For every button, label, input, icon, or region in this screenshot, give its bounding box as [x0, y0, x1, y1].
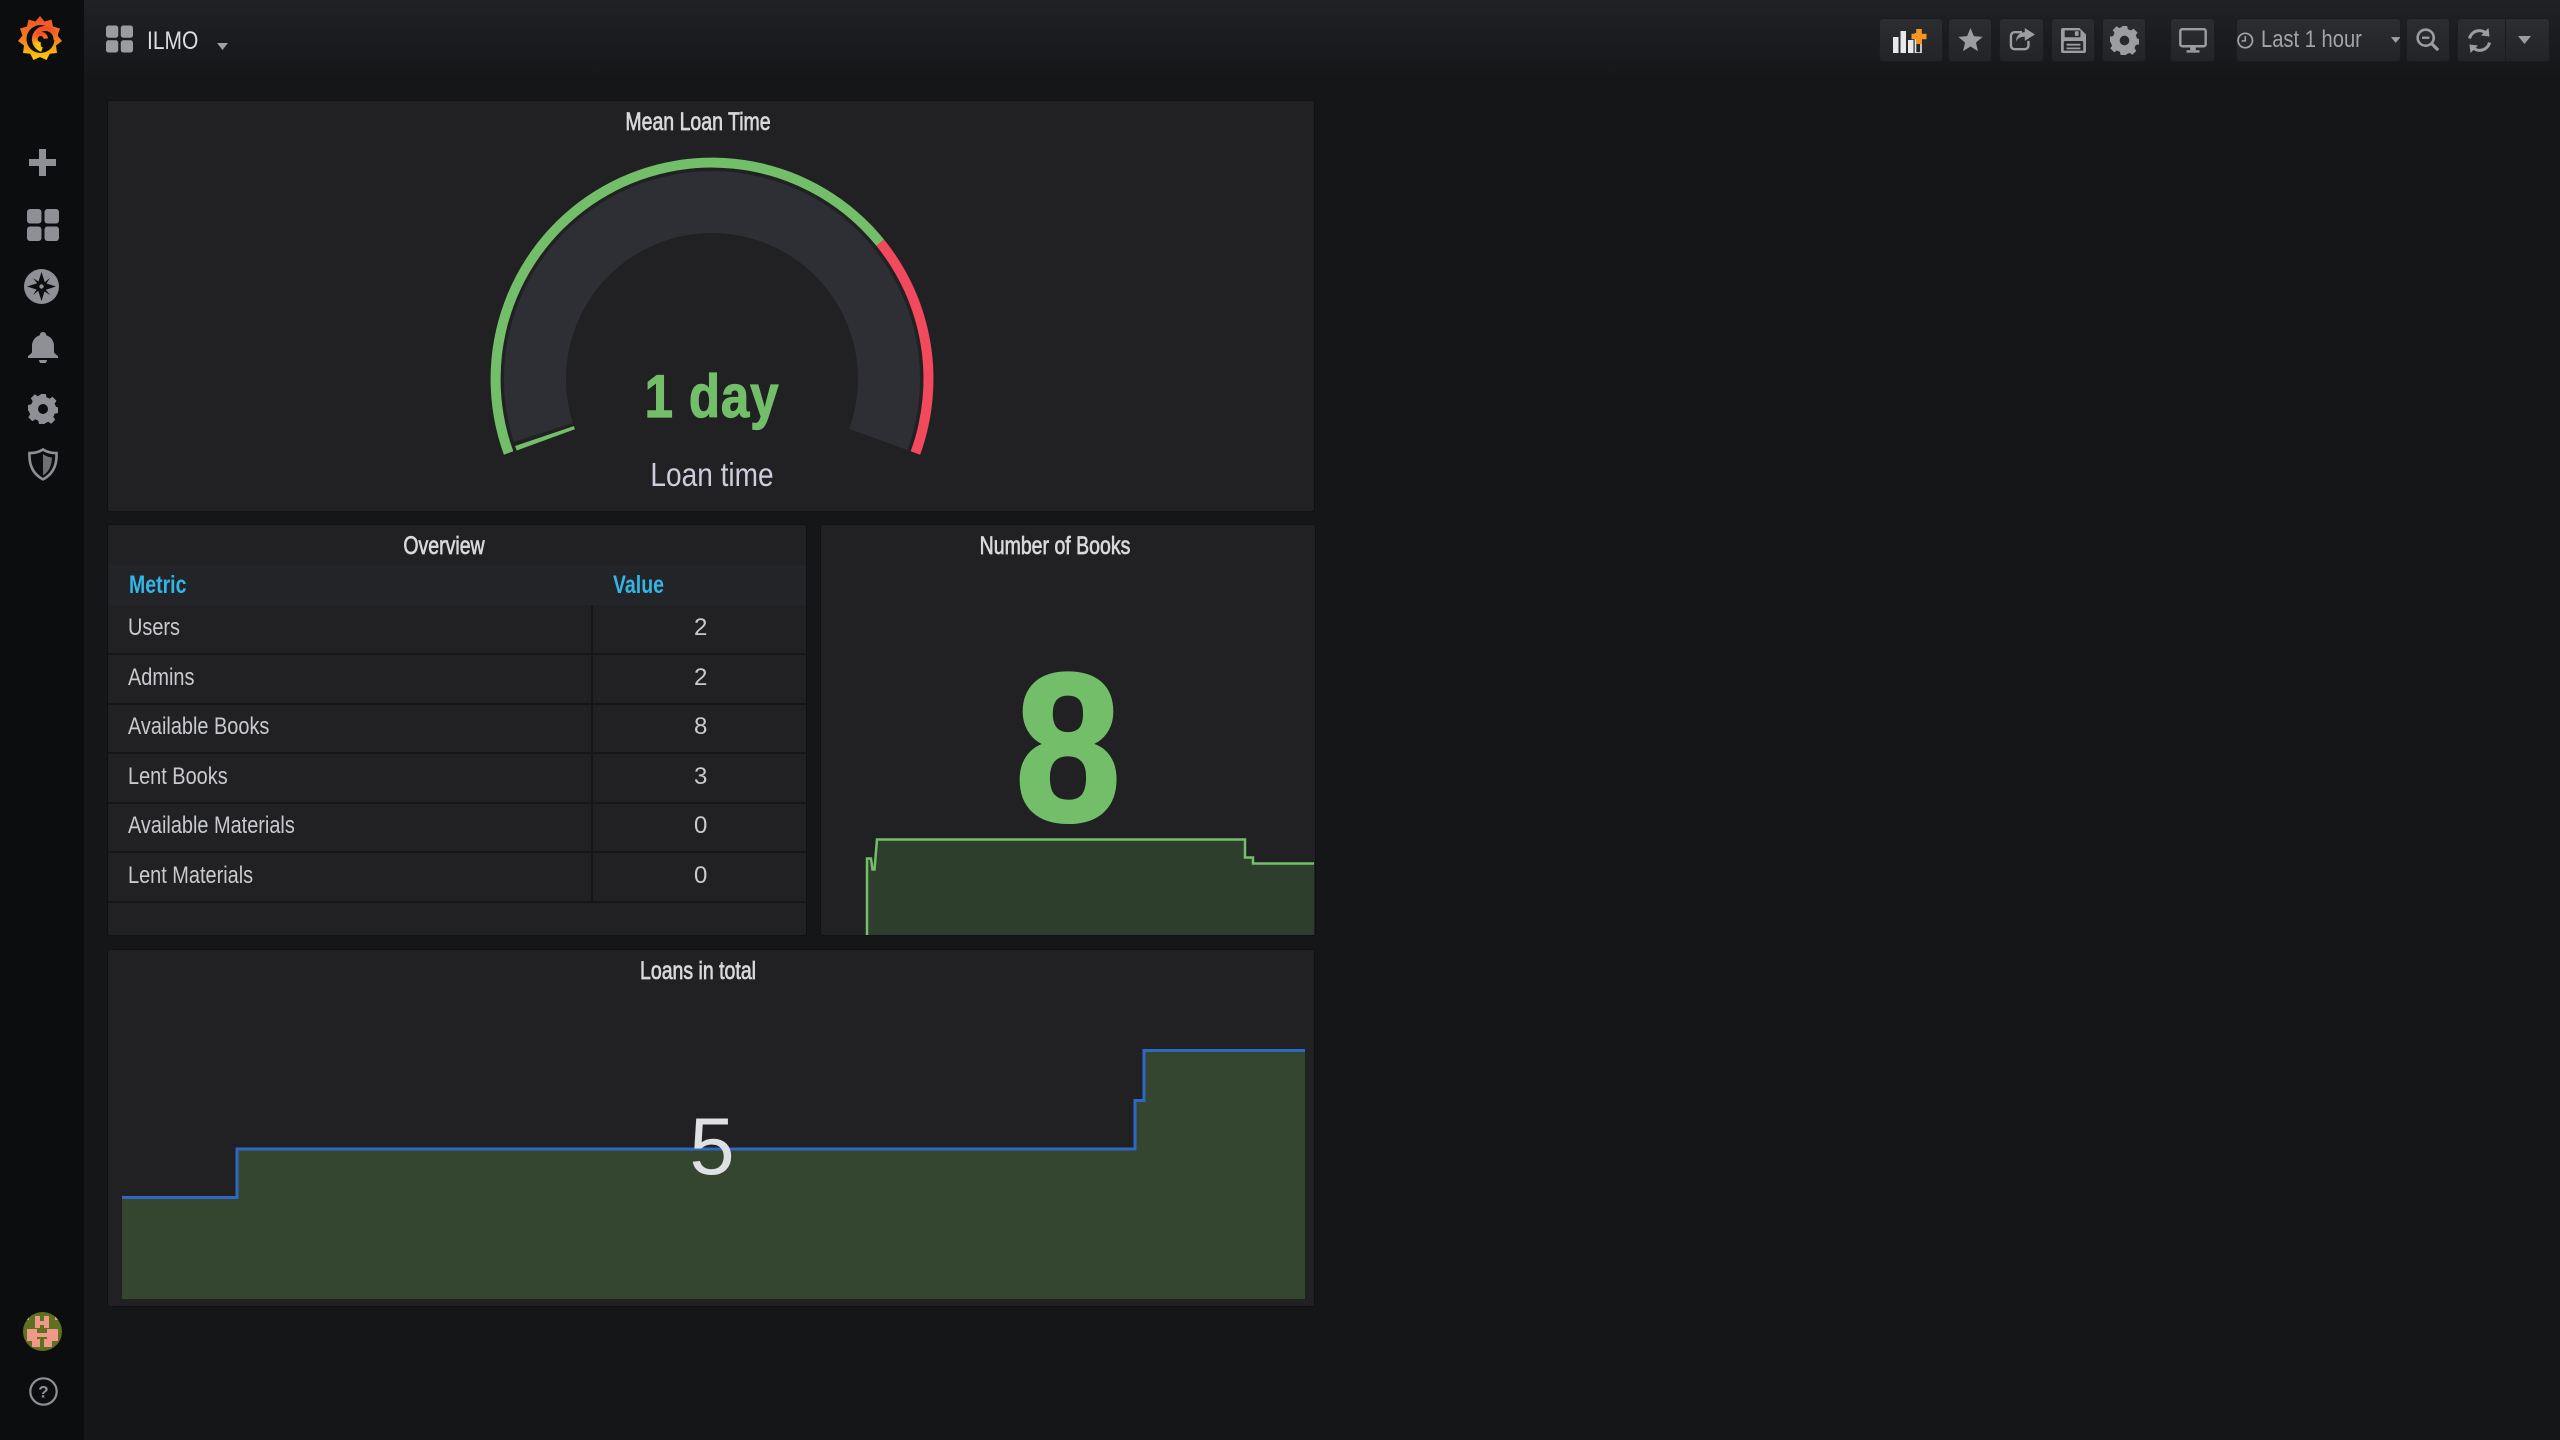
svg-text:?: ?: [38, 1383, 48, 1402]
